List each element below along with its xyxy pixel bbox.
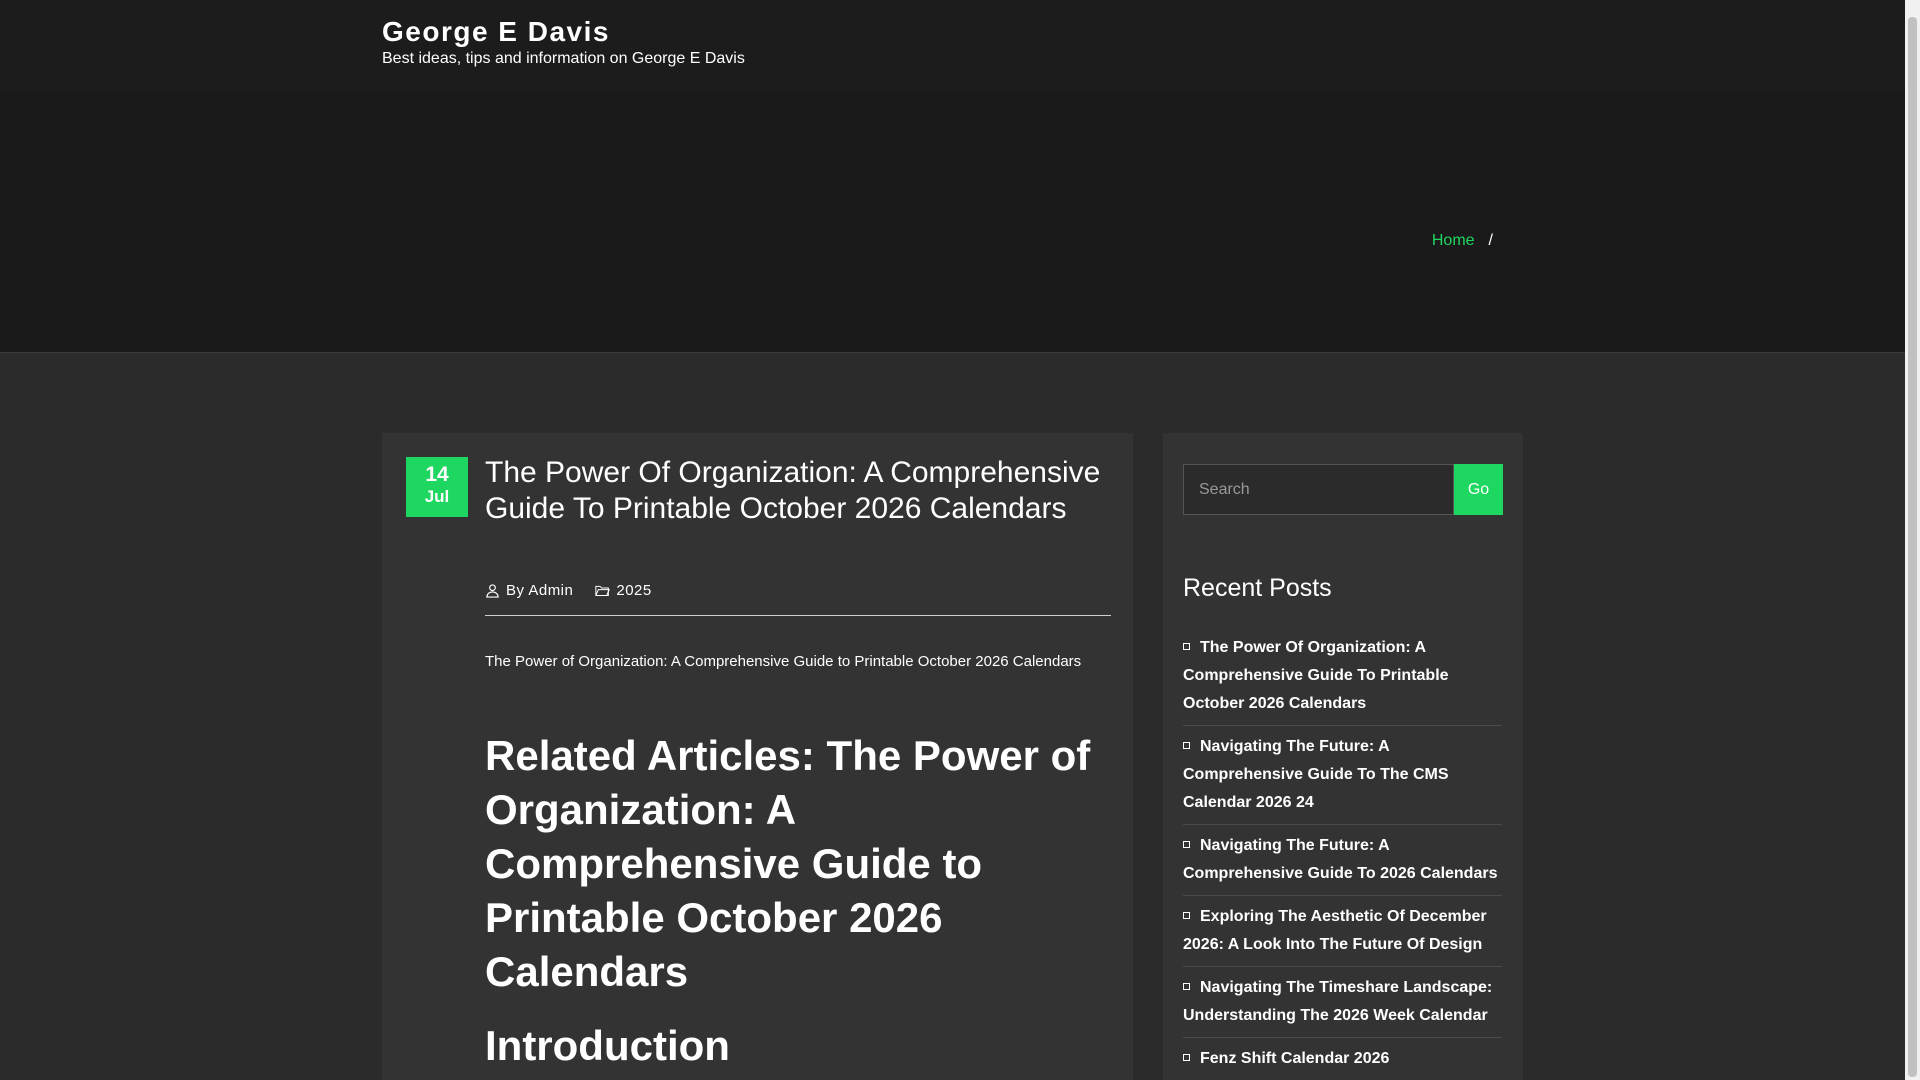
search-button[interactable]: Go	[1454, 464, 1503, 515]
recent-post-item[interactable]: Fenz Shift Calendar 2026	[1183, 1038, 1502, 1080]
recent-post-title[interactable]: Navigating The Future: A Comprehensive G…	[1183, 738, 1449, 811]
recent-post-item[interactable]: Navigating The Timeshare Landscape: Unde…	[1183, 967, 1502, 1038]
breadcrumb: Home /	[1432, 232, 1493, 250]
breadcrumb-separator: /	[1488, 232, 1493, 249]
site-tagline: Best ideas, tips and information on Geor…	[382, 50, 745, 67]
date-badge: 14 Jul	[406, 457, 468, 517]
search-input[interactable]	[1183, 464, 1454, 515]
site-title[interactable]: George E Davis	[382, 16, 610, 48]
breadcrumb-home-link[interactable]: Home	[1432, 232, 1475, 250]
square-bullet-icon	[1183, 983, 1190, 990]
post-category-label: 2025	[616, 582, 652, 599]
square-bullet-icon	[1183, 912, 1190, 919]
recent-posts-heading: Recent Posts	[1183, 574, 1332, 602]
date-day: 14	[425, 463, 449, 486]
recent-post-title[interactable]: Exploring The Aesthetic Of December 2026…	[1183, 908, 1487, 953]
site-header: George E Davis Best ideas, tips and info…	[0, 0, 1905, 90]
recent-posts-list: The Power Of Organization: A Comprehensi…	[1183, 627, 1502, 1080]
recent-post-title[interactable]: Navigating The Future: A Comprehensive G…	[1183, 837, 1497, 882]
square-bullet-icon	[1183, 841, 1190, 848]
recent-post-item[interactable]: The Power Of Organization: A Comprehensi…	[1183, 627, 1502, 726]
article-card: 14 Jul The Power Of Organization: A Comp…	[382, 433, 1133, 1080]
search-form: Go	[1183, 464, 1503, 515]
page-scrollbar[interactable]	[1905, 0, 1920, 1080]
post-title: The Power Of Organization: A Comprehensi…	[485, 456, 1101, 525]
square-bullet-icon	[1183, 742, 1190, 749]
recent-post-title[interactable]: Navigating The Timeshare Landscape: Unde…	[1183, 979, 1492, 1024]
user-icon	[486, 584, 499, 598]
square-bullet-icon	[1183, 643, 1190, 650]
folder-icon	[595, 585, 611, 596]
recent-post-item[interactable]: Navigating The Future: A Comprehensive G…	[1183, 825, 1502, 896]
square-bullet-icon	[1183, 1054, 1190, 1061]
post-meta: By Admin 2025	[485, 582, 652, 599]
date-month: Jul	[424, 487, 450, 506]
post-intro-text: The Power of Organization: A Comprehensi…	[485, 653, 1082, 670]
related-articles-heading: Related Articles: The Power of Organizat…	[485, 732, 1091, 995]
recent-post-item[interactable]: Exploring The Aesthetic Of December 2026…	[1183, 896, 1502, 967]
recent-post-item[interactable]: Navigating The Future: A Comprehensive G…	[1183, 726, 1502, 825]
recent-post-title[interactable]: Fenz Shift Calendar 2026	[1200, 1050, 1389, 1067]
post-author[interactable]: By Admin	[485, 582, 573, 599]
scrollbar-thumb[interactable]	[1908, 17, 1917, 1077]
meta-divider	[485, 615, 1111, 616]
introduction-heading: Introduction	[485, 1022, 730, 1069]
page-hero: Home /	[0, 90, 1905, 353]
post-category[interactable]: 2025	[595, 582, 651, 599]
recent-post-title[interactable]: The Power Of Organization: A Comprehensi…	[1183, 639, 1449, 712]
post-author-label: By Admin	[506, 582, 574, 599]
sidebar: Go Recent Posts The Power Of Organizatio…	[1163, 433, 1523, 1080]
